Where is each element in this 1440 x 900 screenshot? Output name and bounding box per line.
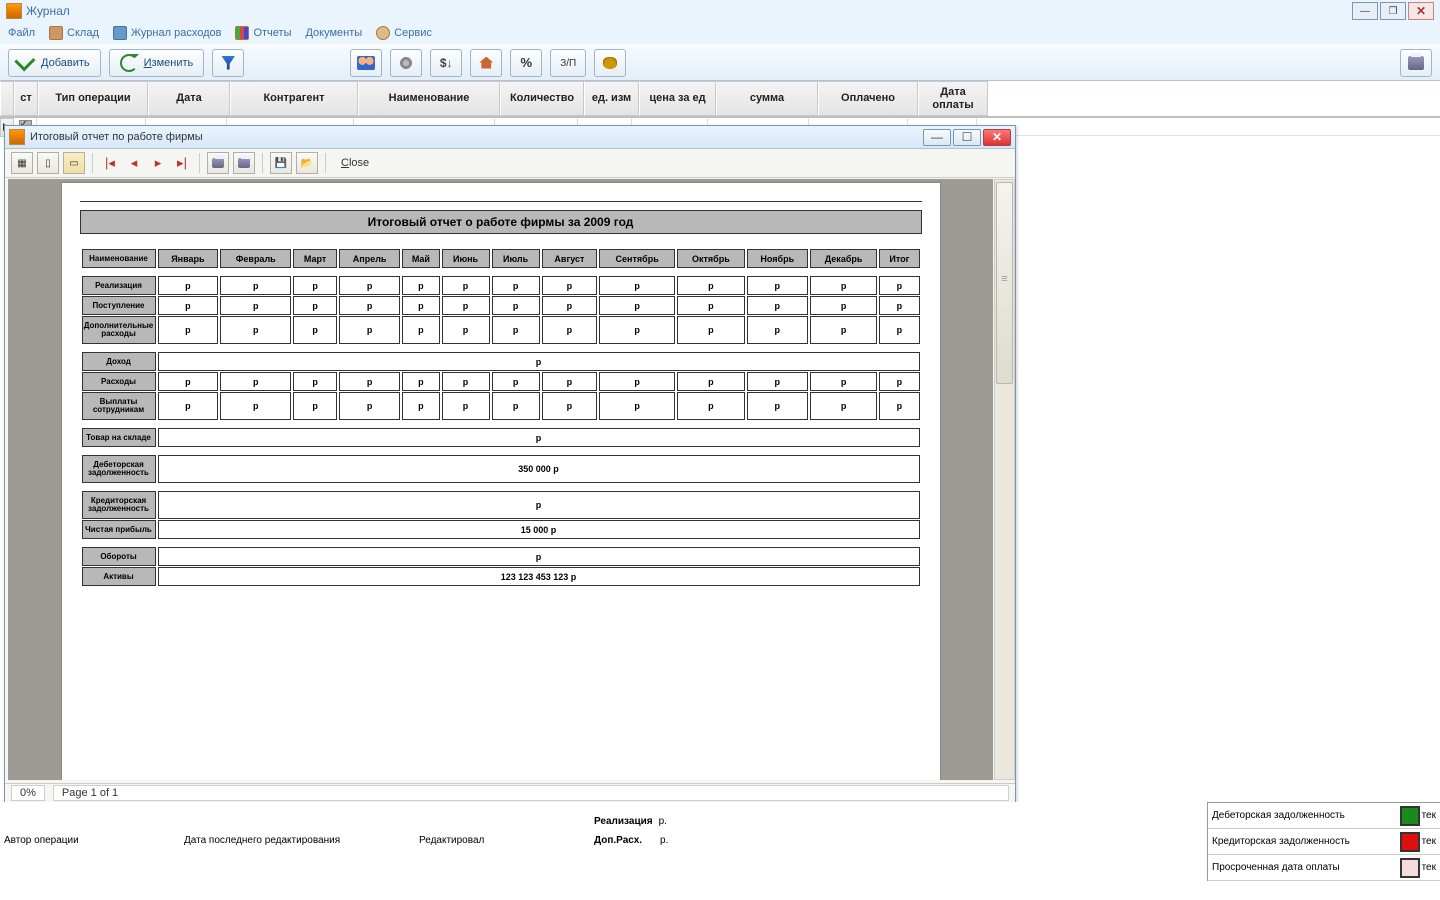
funnel-icon <box>221 56 235 70</box>
report-title: Итоговый отчет о работе фирмы за 2009 го… <box>80 210 922 234</box>
report-window: Итоговый отчет по работе фирмы — ☐ ✕ ▦ ▯… <box>4 125 1016 803</box>
last-edit-label: Дата последнего редактирования <box>184 835 419 846</box>
menubar: Файл Склад Журнал расходов Отчеты Докуме… <box>0 22 1440 44</box>
col-unit[interactable]: ед. изм <box>584 81 639 116</box>
print-report-button[interactable] <box>233 152 255 174</box>
report-app-icon <box>9 129 25 145</box>
people-icon <box>357 56 375 70</box>
report-close-button[interactable]: ✕ <box>983 129 1011 146</box>
col-st[interactable]: ст <box>14 81 38 116</box>
status-page: Page 1 of 1 <box>53 785 1009 801</box>
maximize-button[interactable]: ❐ <box>1380 2 1406 20</box>
col-priceper[interactable]: цена за ед <box>639 81 716 116</box>
percent-button[interactable] <box>510 49 542 77</box>
edit-button[interactable]: Изменить <box>109 49 205 77</box>
col-op[interactable]: Тип операции <box>38 81 148 116</box>
filter-button[interactable] <box>212 49 244 77</box>
menu-service[interactable]: Сервис <box>376 26 432 40</box>
legend-deb-label: Дебеторская задолженность <box>1212 810 1345 821</box>
print-button[interactable] <box>1400 49 1432 77</box>
report-scrollbar[interactable] <box>994 179 1015 780</box>
minimize-button[interactable]: — <box>1352 2 1378 20</box>
zp-icon <box>560 57 576 69</box>
month-header-row: Наименование ЯнварьФевральМартАпрельМайИ… <box>82 249 920 268</box>
menu-file[interactable]: Файл <box>8 27 35 39</box>
bag-button[interactable] <box>594 49 626 77</box>
report-toolbar: ▦ ▯ ▭ |◂ ◂ ▸ ▸| 💾 📂 Close <box>5 149 1015 178</box>
menu-stock[interactable]: Склад <box>49 26 99 40</box>
report-titlebar[interactable]: Итоговый отчет по работе фирмы — ☐ ✕ <box>5 126 1015 149</box>
grid-header: ст Тип операции Дата Контрагент Наименов… <box>0 81 1440 118</box>
legend-cred-label: Кредиторская задолженность <box>1212 836 1350 847</box>
view-wide-button[interactable]: ▭ <box>63 152 85 174</box>
nav-next-button[interactable]: ▸ <box>148 153 168 173</box>
view-page-button[interactable]: ▯ <box>37 152 59 174</box>
col-paydate[interactable]: Дата оплаты <box>918 81 988 116</box>
col-sum[interactable]: сумма <box>716 81 818 116</box>
legend-panel: Дебеторская задолженностьтек Кредиторска… <box>1207 802 1440 881</box>
report-maximize-button[interactable]: ☐ <box>953 129 981 146</box>
swatch-red-icon <box>1400 832 1420 852</box>
dollar-icon <box>440 56 453 70</box>
close-button[interactable]: ✕ <box>1408 2 1434 20</box>
col-date[interactable]: Дата <box>148 81 230 116</box>
main-titlebar: Журнал — ❐ ✕ <box>0 0 1440 22</box>
swatch-green-icon <box>1400 806 1420 826</box>
nav-prev-button[interactable]: ◂ <box>124 153 144 173</box>
author-label: Автор операции <box>4 835 184 846</box>
app-icon <box>6 3 22 19</box>
zp-button[interactable] <box>550 49 586 77</box>
menu-expense-log[interactable]: Журнал расходов <box>113 26 222 40</box>
nav-first-button[interactable]: |◂ <box>100 153 120 173</box>
save-button[interactable]: 💾 <box>270 152 292 174</box>
menu-documents[interactable]: Документы <box>305 27 362 39</box>
swatch-ltred-icon <box>1400 858 1420 878</box>
print-setup-button[interactable] <box>207 152 229 174</box>
view-thumb-button[interactable]: ▦ <box>11 152 33 174</box>
dollar-button[interactable] <box>430 49 462 77</box>
open-button[interactable]: 📂 <box>296 152 318 174</box>
add-button[interactable]: Добавить <box>8 49 101 77</box>
gear-icon <box>399 56 413 70</box>
nav-last-button[interactable]: ▸| <box>172 153 192 173</box>
menu-reports[interactable]: Отчеты <box>235 26 291 40</box>
house-button[interactable] <box>470 49 502 77</box>
col-paid[interactable]: Оплачено <box>818 81 918 116</box>
house-icon <box>479 57 493 69</box>
percent-icon <box>520 55 532 70</box>
main-toolbar: Добавить Изменить <box>0 44 1440 81</box>
col-qty[interactable]: Количество <box>500 81 584 116</box>
report-minimize-button[interactable]: — <box>923 129 951 146</box>
col-name[interactable]: Наименование <box>358 81 500 116</box>
col-contr[interactable]: Контрагент <box>230 81 358 116</box>
legend-overdue-label: Просроченная дата оплаты <box>1212 862 1340 873</box>
close-link[interactable]: Close <box>341 157 369 169</box>
print-icon <box>1408 56 1424 70</box>
report-viewport[interactable]: Итоговый отчет о работе фирмы за 2009 го… <box>8 179 993 780</box>
report-statusbar: 0% Page 1 of 1 <box>5 783 1015 802</box>
bag-icon <box>603 57 617 69</box>
window-title: Журнал <box>26 4 70 18</box>
report-table: Наименование ЯнварьФевральМартАпрельМайИ… <box>80 248 922 587</box>
edited-by-label: Редактировал <box>419 835 594 846</box>
people-button[interactable] <box>350 49 382 77</box>
status-percent: 0% <box>11 785 45 801</box>
report-window-title: Итоговый отчет по работе фирмы <box>30 131 203 143</box>
details-panel: Реализацияр. Автор операции Дата последн… <box>0 802 1440 900</box>
gear-button[interactable] <box>390 49 422 77</box>
